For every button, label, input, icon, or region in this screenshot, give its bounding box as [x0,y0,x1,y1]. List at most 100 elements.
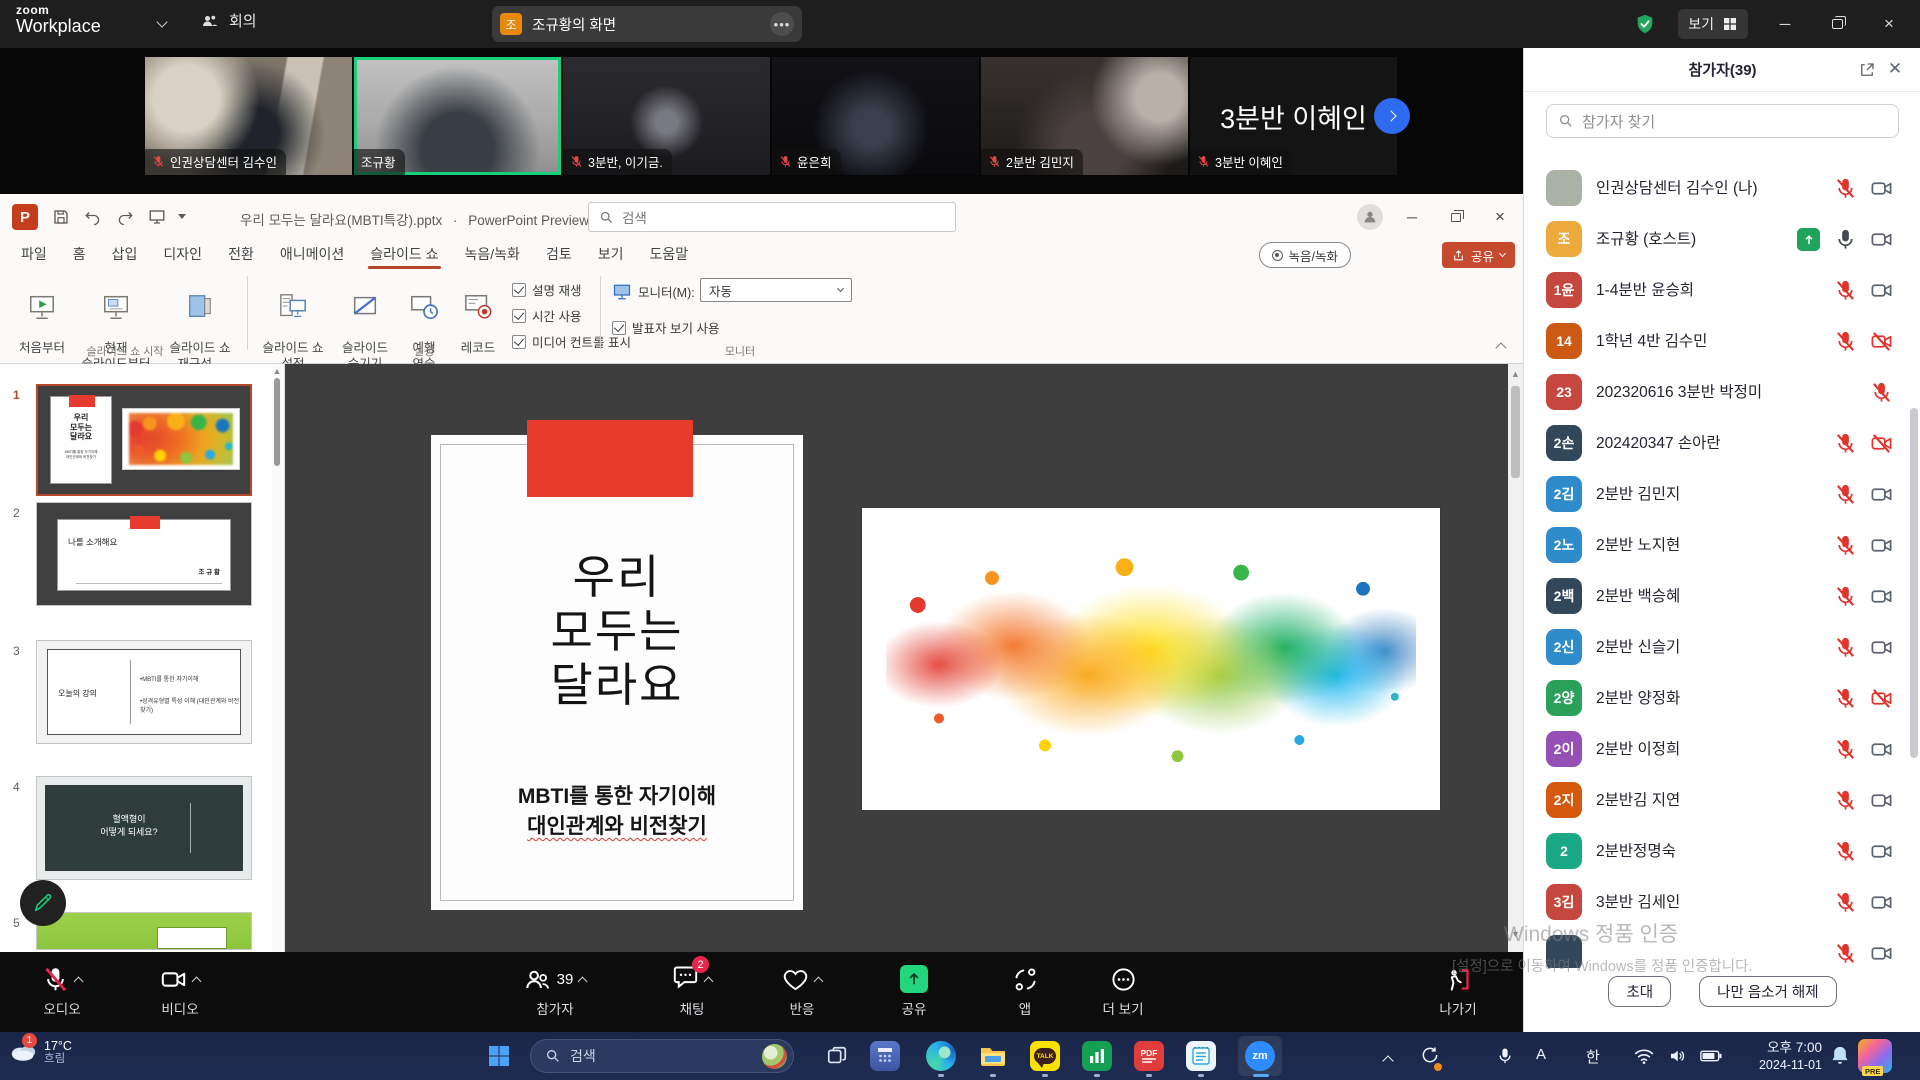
chat-button[interactable]: 2 채팅 [662,963,722,1018]
menu-tab-view[interactable]: 보기 [585,240,637,270]
redo-icon[interactable] [116,208,134,226]
powerpoint-logo[interactable]: P [12,204,38,230]
wifi-icon[interactable] [1634,1047,1654,1065]
video-tile-no-video[interactable]: 3분반 이혜인 3분반 이혜인 [1190,57,1397,175]
account-icon[interactable] [1357,204,1383,230]
chevron-down-icon[interactable] [156,16,167,27]
participant-row[interactable]: 2손 202420347 손아란 [1524,418,1920,469]
tray-expand-chevron[interactable] [1384,1052,1392,1070]
checkbox-use-timings[interactable]: 시간 사용 [512,306,581,325]
video-tile[interactable]: 3분반, 이기금. [563,57,770,175]
canvas-scrollbar[interactable]: ▲ ▼ [1508,364,1523,952]
video-tile[interactable]: 2분반 김민지 [981,57,1188,175]
ppt-share-button[interactable]: 공유 [1442,242,1515,268]
slide-thumbnail-2[interactable]: 나를 소개해요 조 규 황 [36,502,252,606]
participant-row-partial[interactable] [1524,928,1920,968]
volume-icon[interactable] [1668,1047,1686,1065]
video-button[interactable]: 비디오 [148,963,212,1018]
video-options-chevron[interactable] [192,976,202,986]
mic-tray-icon[interactable] [1496,1047,1514,1065]
participant-row[interactable]: 14 1학년 4반 김수민 [1524,316,1920,367]
menu-tab-slideshow-active[interactable]: 슬라이드 쇼 [357,240,451,270]
monitor-select[interactable]: 자동 [700,278,852,302]
participant-row-host[interactable]: 조 조규황 (호스트) [1524,214,1920,265]
participants-scrollbar[interactable] [1910,408,1918,758]
calculator-app-icon[interactable] [870,1041,900,1071]
next-page-button[interactable] [1374,98,1410,134]
participant-row[interactable]: 2백 2분반 백승혜 [1524,571,1920,622]
menu-tab-insert[interactable]: 삽입 [99,240,151,270]
notification-bell-icon[interactable] [1830,1045,1850,1067]
pdf-app-icon[interactable]: PDF [1134,1041,1164,1071]
taskbar-search-input[interactable]: 검색 [530,1039,794,1073]
reactions-options-chevron[interactable] [814,976,824,986]
menu-tab-design[interactable]: 디자인 [150,240,215,270]
participant-row[interactable]: 2 2분반정명숙 [1524,826,1920,877]
task-view-button[interactable] [822,1041,852,1071]
participants-options-chevron[interactable] [578,976,588,986]
menu-tab-record[interactable]: 녹음/녹화 [452,240,533,270]
weather-widget[interactable]: 1 17°C 흐림 [8,1037,72,1068]
menu-tab-review[interactable]: 검토 [533,240,585,270]
ime-latin-indicator[interactable]: A [1536,1046,1546,1063]
sync-tray-icon[interactable] [1420,1045,1440,1070]
slide-thumbnail-4[interactable]: 혈액형이어떻게 되세요? [36,776,252,880]
invite-button[interactable]: 초대 [1608,976,1671,1007]
participant-row[interactable]: 2신 2분반 신슬기 [1524,622,1920,673]
record-toggle-button[interactable]: 녹음/녹화 [1259,242,1351,268]
menu-tab-transitions[interactable]: 전환 [215,240,267,270]
start-button[interactable] [484,1041,514,1071]
more-button[interactable]: 더 보기 [1088,963,1158,1018]
audio-button[interactable]: 오디오 [30,963,94,1018]
menu-tab-home[interactable]: 홈 [60,240,99,270]
participant-row[interactable]: 1윤 1-4분반 윤승희 [1524,265,1920,316]
slide-thumbnail-1-selected[interactable]: 우리모두는달라요 MBTI를 통한 자기이해대인관계와 비전찾기 [36,384,252,496]
participant-row[interactable]: 2김 2분반 김민지 [1524,469,1920,520]
undo-icon[interactable] [84,208,102,226]
ppt-close-button[interactable]: × [1485,202,1515,232]
ribbon-collapse-button[interactable] [1497,341,1505,355]
participant-row[interactable]: 2이 2분반 이정희 [1524,724,1920,775]
video-tile[interactable]: 인권상담센터 김수인 [145,57,352,175]
participant-row[interactable]: 3김 3분반 김세인 [1524,877,1920,928]
apps-button[interactable]: 앱 [1002,963,1048,1018]
zoom-app-icon[interactable]: zm [1245,1041,1275,1071]
spreadsheet-app-icon[interactable] [1082,1041,1112,1071]
security-shield-icon[interactable] [1634,12,1656,36]
thumbnail-scrollbar[interactable]: ▲ [272,364,282,952]
checkbox-play-narrations[interactable]: 설명 재생 [512,280,581,299]
annotation-pencil-button[interactable] [20,880,66,926]
kakaotalk-app-icon[interactable]: TALK [1030,1041,1060,1071]
unmute-me-button[interactable]: 나만 음소거 해제 [1699,976,1836,1007]
audio-options-chevron[interactable] [74,976,84,986]
start-preview-icon[interactable] [148,208,166,226]
panel-close-icon[interactable]: ✕ [1884,59,1906,79]
video-tile-active-speaker[interactable]: 조규황 [354,57,561,175]
battery-icon[interactable] [1700,1050,1722,1062]
menu-tab-help[interactable]: 도움말 [636,240,701,270]
ppt-restore-button[interactable] [1441,202,1471,232]
leave-button[interactable]: 나가기 [1428,963,1488,1018]
copilot-icon[interactable]: PRE [1858,1039,1892,1073]
participant-row[interactable]: 2지 2분반김 지연 [1524,775,1920,826]
taskbar-clock[interactable]: 오후 7:00 2024-11-01 [1726,1039,1822,1073]
more-options-icon[interactable]: ••• [770,12,794,36]
participant-row[interactable]: 인권상담센터 김수인 (나) [1524,163,1920,214]
close-button[interactable]: × [1874,9,1904,39]
restore-button[interactable] [1822,9,1852,39]
participant-row[interactable]: 2노 2분반 노지현 [1524,520,1920,571]
menu-tab-file[interactable]: 파일 [8,240,60,270]
chat-options-chevron[interactable] [704,976,714,986]
notepad-app-icon[interactable] [1186,1041,1216,1071]
participants-button[interactable]: 39 참가자 [512,963,598,1018]
tab-shared-screen[interactable]: 조 조규황의 화면 ••• [492,6,802,42]
minimize-button[interactable]: ─ [1770,9,1800,39]
share-screen-button[interactable]: 공유 [886,963,942,1018]
ppt-search-input[interactable]: 검색 [588,202,956,232]
edge-browser-icon[interactable] [926,1041,956,1071]
ime-korean-indicator[interactable]: 한 [1586,1046,1600,1067]
checkbox-presenter-view[interactable]: 발표자 보기 사용 [612,318,719,337]
popout-icon[interactable] [1858,61,1876,79]
reactions-button[interactable]: 반응 [772,963,832,1018]
participant-row[interactable]: 23 202320616 3분반 박정미 [1524,367,1920,418]
